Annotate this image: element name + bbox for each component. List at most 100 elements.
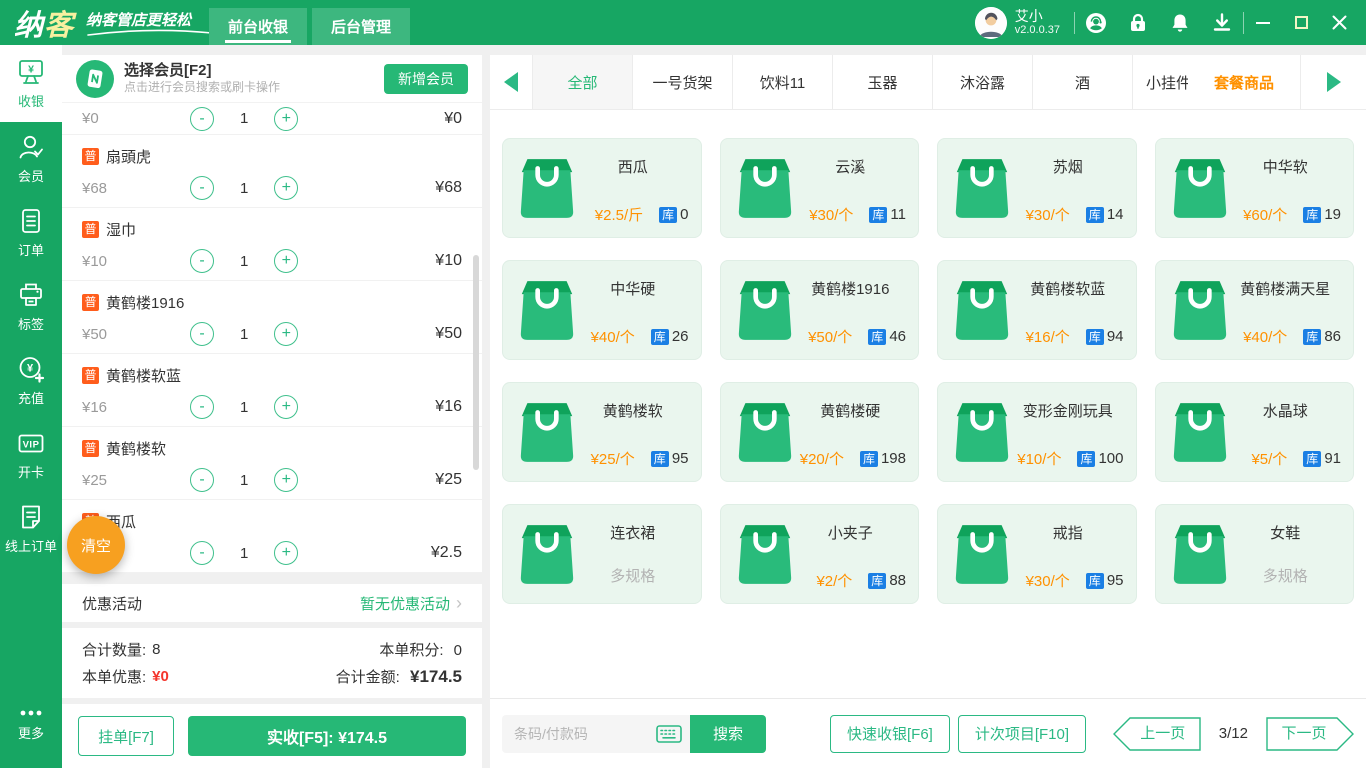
product-card[interactable]: 变形金刚玩具 ¥10/个 库 100 (937, 382, 1137, 482)
cart-item[interactable]: 普 黄鹤楼软蓝 ¥16 - 1 + ¥16 (62, 354, 482, 427)
product-card[interactable]: 黄鹤楼软 ¥25/个 库 95 (502, 382, 702, 482)
cart-item[interactable]: 普 湿巾 ¥10 - 1 + ¥10 (62, 208, 482, 281)
search-button[interactable]: 搜索 (690, 714, 766, 753)
cashier-monitor-icon: ¥ (19, 59, 43, 84)
close-icon (1332, 15, 1346, 30)
product-info: 黄鹤楼满天星 ¥40/个 库 86 (1228, 261, 1344, 359)
select-member-card[interactable]: 选择会员[F2] 点击进行会员搜索或刷卡操作 新增会员 (62, 55, 482, 103)
product-card[interactable]: 苏烟 ¥30/个 库 14 (937, 138, 1137, 238)
sidebar-item-recharge[interactable]: ¥ 充值 (0, 344, 62, 418)
next-page-button[interactable]: 下一页 (1266, 716, 1354, 751)
close-button[interactable] (1320, 0, 1358, 45)
sidebar-item-online-orders[interactable]: 线上订单 (0, 492, 62, 566)
shopping-bag-icon (738, 525, 791, 584)
main-nav-tabs: 前台收银 后台管理 (209, 8, 411, 45)
chevron-right-icon[interactable]: › (456, 593, 462, 614)
cart-item[interactable]: 普 黄鹤楼软 ¥25 - 1 + ¥25 (62, 427, 482, 500)
decrease-qty-button[interactable]: - (190, 249, 214, 273)
product-stock: 库 95 (650, 450, 689, 467)
hold-order-button[interactable]: 挂单[F7] (78, 716, 174, 756)
charge-button[interactable]: 实收[F5]: ¥174.5 (188, 716, 466, 756)
product-card[interactable]: 黄鹤楼1916 ¥50/个 库 46 (719, 260, 919, 360)
increase-qty-button[interactable]: + (274, 468, 299, 492)
decrease-qty-button[interactable]: - (190, 106, 214, 131)
user-avatar[interactable] (974, 6, 1007, 39)
promo-label: 优惠活动 (82, 595, 143, 613)
decrease-qty-button[interactable]: - (190, 468, 214, 492)
product-info: 云溪 ¥30/个 库 11 (793, 139, 909, 237)
customer-service-icon[interactable] (1075, 12, 1117, 34)
notification-bell-icon[interactable] (1159, 12, 1201, 34)
product-card[interactable]: 中华软 ¥60/个 库 19 (1154, 138, 1354, 238)
category-tab[interactable]: 套餐商品 (1188, 55, 1300, 109)
product-card[interactable]: 黄鹤楼满天星 ¥40/个 库 86 (1154, 260, 1354, 360)
prev-page-button[interactable]: 上一页 (1112, 716, 1201, 751)
sidebar-item-label-print[interactable]: 标签 (0, 270, 62, 344)
cart-item-unit-price: ¥0 (82, 110, 99, 127)
category-scroll-left-button[interactable] (490, 55, 532, 109)
product-card[interactable]: 云溪 ¥30/个 库 11 (719, 138, 919, 238)
cart-item[interactable]: 普 扇頭虎 ¥68 - 1 + ¥68 (62, 135, 482, 208)
quick-cashier-button[interactable]: 快速收银[F6] (830, 714, 950, 753)
product-price-row: ¥25/个 库 95 (575, 448, 689, 469)
product-card[interactable]: 西瓜 ¥2.5/斤 库 0 (502, 138, 702, 238)
product-card[interactable]: 戒指 ¥30/个 库 95 (937, 504, 1137, 604)
product-card[interactable]: 中华硬 ¥40/个 库 26 (502, 260, 702, 360)
maximize-button[interactable] (1282, 0, 1320, 45)
category-tab[interactable]: 小挂件 (1132, 55, 1188, 109)
product-price-row: ¥60/个 库 19 (1228, 204, 1341, 225)
product-card[interactable]: 水晶球 ¥5/个 库 91 (1154, 382, 1354, 482)
tab-back-admin[interactable]: 后台管理 (312, 8, 411, 45)
category-tab[interactable]: 饮料11 (732, 55, 832, 109)
cart-item-qty: 1 (240, 544, 249, 562)
category-scroll-right-button[interactable] (1300, 55, 1366, 109)
decrease-qty-button[interactable]: - (190, 322, 214, 346)
keyboard-icon[interactable] (656, 724, 682, 743)
promo-value[interactable]: 暂无优惠活动 (360, 593, 450, 614)
sidebar-item-cashier[interactable]: ¥ 收银 (0, 45, 62, 122)
sidebar-item-vip-card[interactable]: VIP 开卡 (0, 418, 62, 492)
count-item-button[interactable]: 计次项目[F10] (957, 714, 1087, 753)
sidebar-item-more[interactable]: 更多 (0, 688, 62, 762)
product-card[interactable]: 连衣裙 多规格 (502, 504, 702, 604)
tab-front-cashier[interactable]: 前台收银 (209, 8, 308, 45)
decrease-qty-button[interactable]: - (190, 541, 214, 565)
decrease-qty-button[interactable]: - (190, 176, 214, 200)
cart-item-qty: 1 (240, 471, 249, 489)
product-stock: 库 14 (1085, 206, 1124, 223)
product-card[interactable]: 黄鹤楼硬 ¥20/个 库 198 (719, 382, 919, 482)
minimize-button[interactable] (1244, 0, 1282, 45)
cart-item[interactable]: ¥0 - 1 + ¥0 (62, 103, 482, 135)
promo-row[interactable]: 优惠活动 暂无优惠活动 › (62, 584, 482, 622)
category-tab[interactable]: 酒 (1032, 55, 1132, 109)
category-tab[interactable]: 沐浴露 (932, 55, 1032, 109)
category-tab[interactable]: 全部 (532, 55, 632, 109)
category-tab[interactable]: 玉器 (832, 55, 932, 109)
sidebar-item-orders[interactable]: 订单 (0, 196, 62, 270)
shopping-bag-icon (520, 403, 574, 462)
increase-qty-button[interactable]: + (274, 541, 299, 565)
increase-qty-button[interactable]: + (274, 322, 299, 346)
increase-qty-button[interactable]: + (274, 249, 299, 273)
product-card[interactable]: 黄鹤楼软蓝 ¥16/个 库 94 (937, 260, 1137, 360)
product-info: 黄鹤楼软 ¥25/个 库 95 (575, 383, 691, 481)
clear-cart-button[interactable]: 清空 (67, 516, 125, 574)
category-tab[interactable]: 一号货架 (632, 55, 732, 109)
product-card[interactable]: 女鞋 多规格 (1154, 504, 1354, 604)
sidebar-item-member[interactable]: 会员 (0, 122, 62, 196)
cart-item-name-row: 普 黄鹤楼软蓝 (82, 354, 462, 386)
increase-qty-button[interactable]: + (274, 176, 299, 200)
increase-qty-button[interactable]: + (274, 395, 299, 419)
download-icon[interactable] (1201, 12, 1243, 34)
cart-item[interactable]: 普 西瓜 ¥2.5 - 1 + ¥2.5 (62, 500, 482, 573)
cart-item[interactable]: 普 黄鹤楼1916 ¥50 - 1 + ¥50 (62, 281, 482, 354)
add-member-button[interactable]: 新增会员 (384, 63, 468, 94)
barcode-search-group: 搜索 (502, 714, 766, 753)
cart-scrollbar[interactable] (473, 255, 479, 470)
increase-qty-button[interactable]: + (274, 106, 299, 131)
lock-icon[interactable] (1117, 12, 1159, 34)
decrease-qty-button[interactable]: - (190, 395, 214, 419)
category-tab-label: 小挂件 (1146, 74, 1188, 92)
product-card[interactable]: 小夹子 ¥2/个 库 88 (719, 504, 919, 604)
cart-item-total: ¥2.5 (430, 544, 462, 561)
